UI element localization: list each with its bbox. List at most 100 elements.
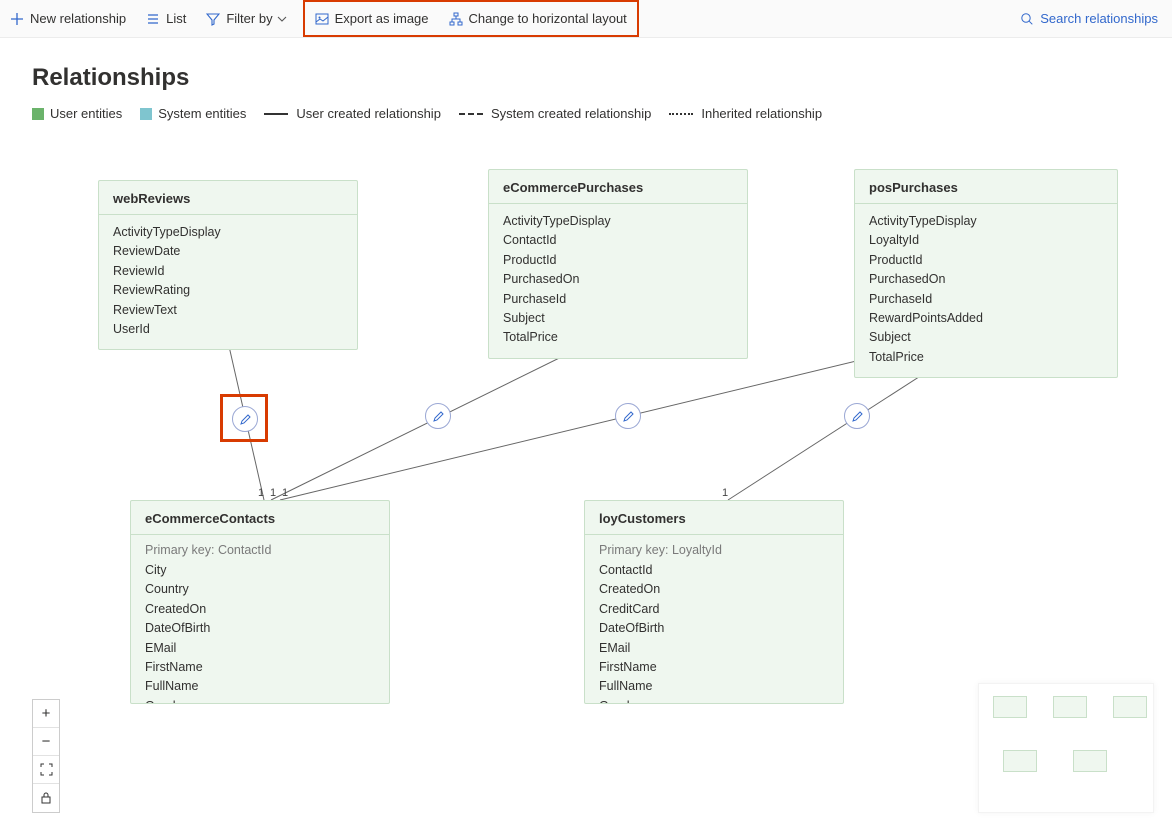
field: PurchaseId: [503, 290, 733, 309]
entity-fields: ActivityTypeDisplay LoyaltyId ProductId …: [855, 204, 1117, 377]
entity-eCommercePurchases[interactable]: eCommercePurchases ActivityTypeDisplay C…: [488, 169, 748, 359]
field: Subject: [503, 309, 733, 328]
legend-inherited-relationship: Inherited relationship: [669, 106, 822, 121]
export-image-button[interactable]: Export as image: [305, 2, 439, 35]
zoom-out-button[interactable]: −: [33, 728, 59, 756]
layout-icon: [449, 12, 463, 26]
field: ContactId: [599, 561, 829, 580]
entity-title: eCommercePurchases: [489, 170, 747, 204]
field: ProductId: [503, 251, 733, 270]
entity-fields: ActivityTypeDisplay ReviewDate ReviewId …: [99, 215, 357, 349]
field: Subject: [869, 328, 1103, 347]
edit-relationship-button[interactable]: [425, 403, 451, 429]
image-icon: [315, 12, 329, 26]
cardinality-one: 1: [722, 487, 728, 499]
solid-line-icon: [264, 113, 288, 115]
filter-by-label: Filter by: [226, 11, 272, 26]
user-entity-swatch: [32, 108, 44, 120]
minimap-entity: [1003, 750, 1037, 772]
toolbar-highlight: Export as image Change to horizontal lay…: [303, 0, 639, 37]
field: LoyaltyId: [869, 231, 1103, 250]
search-placeholder: Search relationships: [1040, 11, 1158, 26]
command-bar: New relationship List Filter by Export a…: [0, 0, 1172, 38]
minimap-entity: [993, 696, 1027, 718]
legend-user-entities: User entities: [32, 106, 122, 121]
cardinality-one: 1: [282, 487, 288, 499]
field: UserId: [113, 320, 343, 339]
list-icon: [146, 12, 160, 26]
filter-by-button[interactable]: Filter by: [196, 0, 302, 37]
entity-webReviews[interactable]: webReviews ActivityTypeDisplay ReviewDat…: [98, 180, 358, 350]
change-layout-label: Change to horizontal layout: [469, 11, 627, 26]
field: RewardPointsAdded: [869, 309, 1103, 328]
entity-title: posPurchases: [855, 170, 1117, 204]
filter-icon: [206, 12, 220, 26]
field: CreatedOn: [145, 600, 375, 619]
export-image-label: Export as image: [335, 11, 429, 26]
relationship-canvas[interactable]: * * * * 1 1 1 1 webReviews ActivityTypeD…: [0, 155, 1172, 831]
field: PurchasedOn: [869, 270, 1103, 289]
field: City: [145, 561, 375, 580]
field: FirstName: [145, 658, 375, 677]
list-view-label: List: [166, 11, 186, 26]
entity-eCommerceContacts[interactable]: eCommerceContacts Primary key: ContactId…: [130, 500, 390, 704]
edit-relationship-button[interactable]: [232, 406, 258, 432]
minimap-entity: [1113, 696, 1147, 718]
field: Country: [145, 580, 375, 599]
cardinality-one: 1: [258, 487, 264, 499]
chevron-down-icon: [277, 14, 287, 24]
list-view-button[interactable]: List: [136, 0, 196, 37]
pencil-icon: [239, 413, 252, 426]
plus-icon: [10, 12, 24, 26]
minimap[interactable]: [978, 683, 1154, 813]
field: Gender: [599, 697, 829, 703]
search-icon: [1020, 12, 1034, 26]
field: DateOfBirth: [599, 619, 829, 638]
search-relationships-input[interactable]: Search relationships: [1006, 0, 1172, 37]
field: FirstName: [599, 658, 829, 677]
field: EMail: [599, 639, 829, 658]
field: ActivityTypeDisplay: [503, 212, 733, 231]
field: ReviewText: [113, 301, 343, 320]
entity-fields: ActivityTypeDisplay ContactId ProductId …: [489, 204, 747, 358]
entity-fields: Primary key: LoyaltyId ContactId Created…: [585, 535, 843, 703]
zoom-controls: + −: [32, 699, 60, 813]
primary-key: Primary key: ContactId: [145, 543, 375, 557]
field: CreditCard: [599, 600, 829, 619]
field: ActivityTypeDisplay: [869, 212, 1103, 231]
pencil-icon: [432, 410, 445, 423]
system-entity-swatch: [140, 108, 152, 120]
change-layout-button[interactable]: Change to horizontal layout: [439, 2, 637, 35]
fit-to-screen-button[interactable]: [33, 756, 59, 784]
field: PurchaseId: [869, 290, 1103, 309]
entity-loyCustomers[interactable]: loyCustomers Primary key: LoyaltyId Cont…: [584, 500, 844, 704]
field: Gender: [145, 697, 375, 703]
entity-fields: Primary key: ContactId City Country Crea…: [131, 535, 389, 703]
zoom-in-button[interactable]: +: [33, 700, 59, 728]
entity-posPurchases[interactable]: posPurchases ActivityTypeDisplay Loyalty…: [854, 169, 1118, 378]
dashed-line-icon: [459, 113, 483, 115]
field: ReviewRating: [113, 281, 343, 300]
field: ReviewId: [113, 262, 343, 281]
new-relationship-label: New relationship: [30, 11, 126, 26]
edit-relationship-button[interactable]: [615, 403, 641, 429]
entity-title: loyCustomers: [585, 501, 843, 535]
cardinality-one: 1: [270, 487, 276, 499]
minimap-entity: [1073, 750, 1107, 772]
lock-view-button[interactable]: [33, 784, 59, 812]
minimap-entity: [1053, 696, 1087, 718]
field: EMail: [145, 639, 375, 658]
legend-user-relationship: User created relationship: [264, 106, 441, 121]
fullscreen-icon: [40, 763, 53, 776]
legend-system-relationship: System created relationship: [459, 106, 651, 121]
field: TotalPrice: [869, 348, 1103, 367]
field: CreatedOn: [599, 580, 829, 599]
legend-system-entities: System entities: [140, 106, 246, 121]
edit-relationship-button[interactable]: [844, 403, 870, 429]
lock-icon: [40, 792, 52, 804]
field: DateOfBirth: [145, 619, 375, 638]
edit-relationship-highlight: [220, 394, 268, 442]
new-relationship-button[interactable]: New relationship: [0, 0, 136, 37]
field: PurchasedOn: [503, 270, 733, 289]
primary-key: Primary key: LoyaltyId: [599, 543, 829, 557]
